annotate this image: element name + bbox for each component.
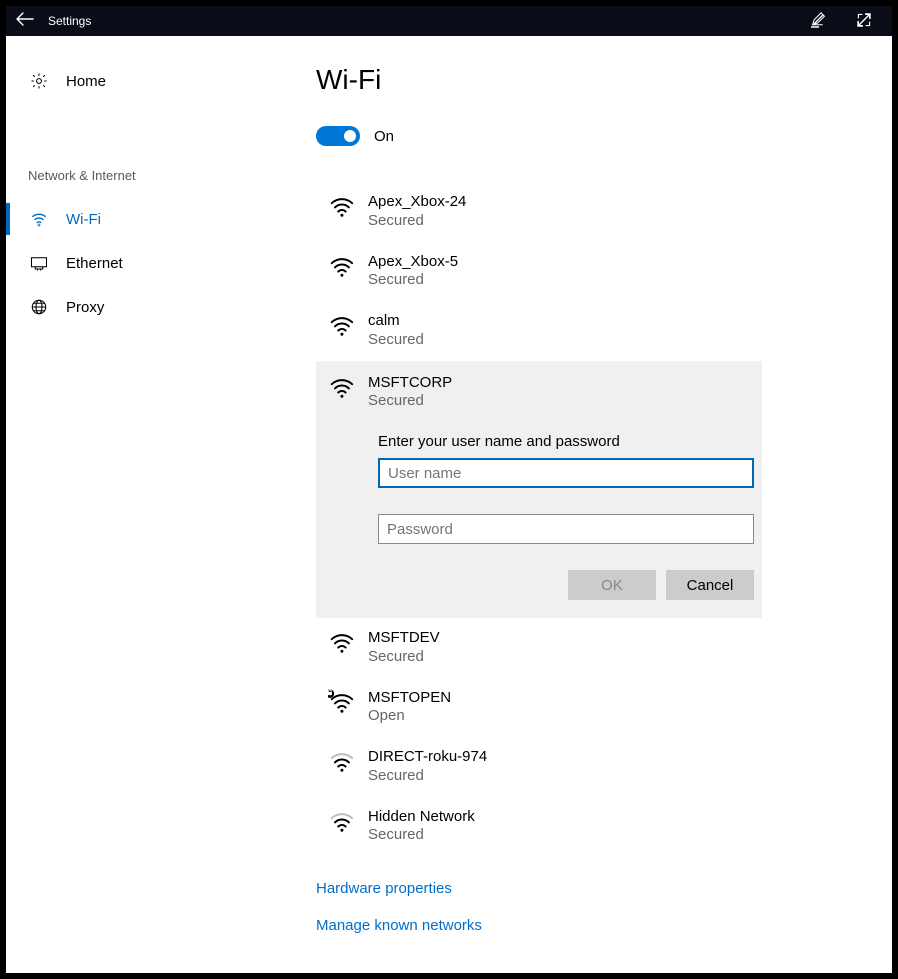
wifi-network-status: Secured — [368, 826, 475, 845]
wifi-signal-icon — [328, 689, 354, 715]
wifi-network-name: MSFTOPEN — [368, 689, 451, 708]
wifi-network-item[interactable]: Hidden NetworkSecured — [316, 797, 762, 857]
ethernet-icon — [30, 254, 48, 272]
hardware-properties-link[interactable]: Hardware properties — [316, 870, 892, 907]
titlebar: Settings — [6, 6, 892, 36]
sidebar-item-label: Proxy — [66, 299, 104, 316]
wifi-network-name: Apex_Xbox-24 — [368, 193, 466, 212]
sidebar-home[interactable]: Home — [6, 64, 316, 98]
wifi-network-item[interactable]: MSFTOPENOpen — [316, 678, 762, 738]
manage-networks-link[interactable]: Manage known networks — [316, 907, 892, 944]
edit-icon[interactable] — [810, 12, 826, 31]
wifi-network-list: Apex_Xbox-24SecuredApex_Xbox-5Securedcal… — [316, 182, 762, 856]
back-button[interactable] — [16, 12, 34, 30]
sidebar-item-label: Ethernet — [66, 255, 123, 272]
sidebar-item-ethernet[interactable]: Ethernet — [6, 241, 316, 285]
wifi-signal-icon — [328, 193, 354, 219]
wifi-network-item[interactable]: MSFTDEVSecured — [316, 618, 762, 678]
wifi-network-status: Secured — [368, 331, 424, 350]
sidebar-category: Network & Internet — [6, 168, 316, 183]
ok-button[interactable]: OK — [568, 570, 656, 600]
wifi-network-status: Secured — [368, 392, 452, 411]
wifi-signal-icon — [328, 374, 354, 400]
wifi-network-status: Secured — [368, 271, 458, 290]
wifi-toggle-label: On — [374, 128, 394, 145]
wifi-network-status: Open — [368, 707, 451, 726]
wifi-icon — [30, 210, 48, 228]
wifi-signal-icon — [328, 253, 354, 279]
wifi-signal-icon — [328, 748, 354, 774]
main-panel: Wi-Fi On Apex_Xbox-24SecuredApex_Xbox-5S… — [316, 36, 892, 973]
wifi-network-name: DIRECT-roku-974 — [368, 748, 487, 767]
sidebar-home-label: Home — [66, 73, 106, 90]
wifi-signal-icon — [328, 629, 354, 655]
password-input[interactable] — [378, 514, 754, 544]
wifi-network-name: MSFTDEV — [368, 629, 440, 648]
wifi-signal-icon — [328, 312, 354, 338]
fullscreen-icon[interactable] — [856, 12, 872, 31]
wifi-network-item[interactable]: MSFTCORPSecured Enter your user name and … — [316, 361, 762, 619]
sidebar-item-label: Wi-Fi — [66, 211, 101, 228]
sidebar-item-wifi[interactable]: Wi-Fi — [6, 197, 316, 241]
sidebar-item-proxy[interactable]: Proxy — [6, 285, 316, 329]
page-title: Wi-Fi — [316, 64, 892, 96]
window-title: Settings — [48, 14, 91, 28]
wifi-network-name: Hidden Network — [368, 808, 475, 827]
sidebar: Home Network & Internet Wi-Fi Ethernet — [6, 36, 316, 973]
wifi-network-status: Secured — [368, 767, 487, 786]
wifi-network-item[interactable]: Apex_Xbox-5Secured — [316, 242, 762, 302]
wifi-network-status: Secured — [368, 648, 440, 667]
wifi-network-name: Apex_Xbox-5 — [368, 253, 458, 272]
wifi-network-item[interactable]: Apex_Xbox-24Secured — [316, 182, 762, 242]
wifi-network-name: MSFTCORP — [368, 374, 452, 393]
username-input[interactable] — [378, 458, 754, 488]
globe-icon — [30, 298, 48, 316]
cancel-button[interactable]: Cancel — [666, 570, 754, 600]
gear-icon — [30, 72, 48, 90]
wifi-network-name: calm — [368, 312, 424, 331]
wifi-network-status: Secured — [368, 212, 466, 231]
wifi-toggle[interactable] — [316, 126, 360, 146]
wifi-network-item[interactable]: calmSecured — [316, 301, 762, 361]
wifi-signal-icon — [328, 808, 354, 834]
credentials-prompt: Enter your user name and password — [378, 433, 754, 450]
wifi-network-item[interactable]: DIRECT-roku-974Secured — [316, 737, 762, 797]
